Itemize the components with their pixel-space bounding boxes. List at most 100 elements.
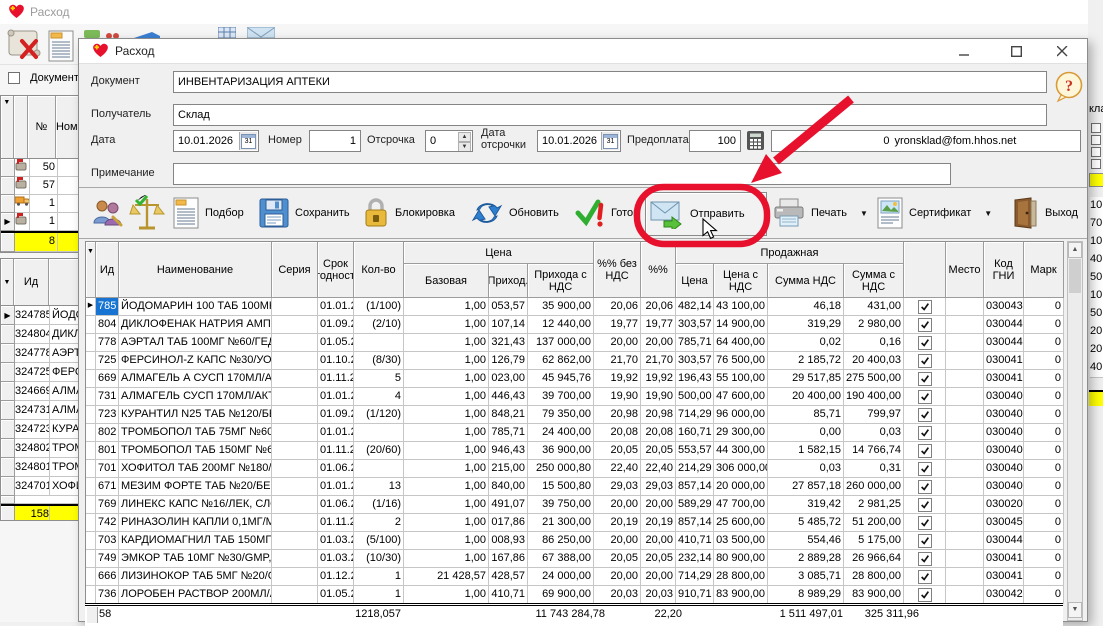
cell-baz[interactable]: 1,00 (404, 424, 489, 442)
cell-mark[interactable]: 0 (1024, 568, 1064, 586)
table-row[interactable]: 742РИНАЗОЛИН КАПЛИ 0,1МГ/М01.11.221,0001… (86, 514, 1064, 532)
cell-cena[interactable]: 303,57 (676, 352, 714, 370)
doc-number-cell[interactable]: 57 (30, 177, 58, 195)
column-header-mark[interactable]: Марк (1024, 242, 1064, 298)
row-checkbox-checked[interactable] (918, 570, 932, 584)
cell-cenands[interactable]: 14 900,00 (714, 316, 768, 334)
cell-seria[interactable] (272, 586, 318, 604)
cell-pct[interactable]: 20,00 (641, 334, 676, 352)
row-indicator[interactable] (86, 568, 96, 586)
row-checkbox-checked[interactable] (918, 498, 932, 512)
row-checkbox-checked[interactable] (918, 390, 932, 404)
cell-prih[interactable]: 946,43 (489, 442, 528, 460)
cell-srok[interactable]: 01.06.2 (318, 496, 354, 514)
item-id-cell[interactable]: 324731 (15, 401, 50, 420)
cell-seria[interactable] (272, 442, 318, 460)
cell-mesto[interactable] (946, 496, 984, 514)
cell-kod[interactable]: 030042 (984, 586, 1024, 604)
background-documents-grid[interactable]: ▼№Ном50571▶18 (0, 95, 80, 253)
cell-cena[interactable]: 232,14 (676, 550, 714, 568)
cell-kolvo[interactable]: 5 (354, 370, 404, 388)
table-row[interactable]: 736ЛОРОБЕН РАСТВОР 200МЛ/А01.05.211,0041… (86, 586, 1064, 604)
cell-id[interactable]: 801 (96, 442, 119, 460)
row-indicator[interactable] (86, 406, 96, 424)
cell-baz[interactable]: 1,00 (404, 460, 489, 478)
cell-prihnds[interactable]: 12 440,00 (528, 316, 594, 334)
item-id-cell[interactable]: 324669 (15, 382, 50, 401)
row-indicator[interactable] (86, 442, 96, 460)
item-name-cell[interactable]: ЙОДО (50, 306, 79, 325)
cell-srok[interactable]: 01.05.2 (318, 334, 354, 352)
cell-seria[interactable] (272, 424, 318, 442)
cell-pct[interactable]: 20,19 (641, 514, 676, 532)
item-row[interactable]: 324723КУРА (1, 420, 79, 439)
cell-id[interactable]: 666 (96, 568, 119, 586)
cell-mesto[interactable] (946, 298, 984, 316)
cell-mark[interactable]: 0 (1024, 298, 1064, 316)
item-id-cell[interactable]: 324701 (15, 477, 50, 496)
scales-icon[interactable] (129, 195, 165, 236)
cell-cenands[interactable]: 47 700,00 (714, 496, 768, 514)
item-id-cell[interactable]: 324804 (15, 325, 50, 344)
cell-prihnds[interactable]: 62 862,00 (528, 352, 594, 370)
doc-nom-cell[interactable] (58, 213, 79, 231)
table-row[interactable]: 749ЭМКОР ТАБ 10МГ №30/GMP,01.03.2(10/30)… (86, 550, 1064, 568)
row-indicator[interactable] (86, 478, 96, 496)
cell-name[interactable]: ТРОМБОПОЛ ТАБ 75МГ №60/ (119, 424, 272, 442)
row-checkbox-checked[interactable] (918, 318, 932, 332)
item-row[interactable]: 324804ДИКЛ (1, 325, 79, 344)
cell-chk[interactable] (904, 586, 946, 604)
cell-prih[interactable]: 428,57 (489, 568, 528, 586)
cell-baz[interactable]: 1,00 (404, 442, 489, 460)
cell-id[interactable]: 701 (96, 460, 119, 478)
cell-mark[interactable]: 0 (1024, 388, 1064, 406)
cell-seria[interactable] (272, 478, 318, 496)
item-name-cell[interactable]: АЛМА (50, 401, 79, 420)
cell-chk[interactable] (904, 442, 946, 460)
calendar-icon[interactable]: 31 (601, 132, 619, 150)
row-checkbox-checked[interactable] (918, 372, 932, 386)
cell-seria[interactable] (272, 496, 318, 514)
cell-chk[interactable] (904, 352, 946, 370)
cell-prih[interactable]: 008,93 (489, 532, 528, 550)
deferral-date-input[interactable]: 10.01.2026 31 (537, 130, 621, 152)
row-checkbox-checked[interactable] (918, 552, 932, 566)
cell-sumnds[interactable]: 1 582,15 (768, 442, 844, 460)
cell-srok[interactable]: 01.12.2 (318, 568, 354, 586)
cell-name[interactable]: ЭМКОР ТАБ 10МГ №30/GMP, (119, 550, 272, 568)
column-header-baz[interactable]: Базовая (404, 264, 489, 298)
cell-name[interactable]: РИНАЗОЛИН КАПЛИ 0,1МГ/М (119, 514, 272, 532)
cell-id[interactable]: 723 (96, 406, 119, 424)
cell-mark[interactable]: 0 (1024, 478, 1064, 496)
cell-id[interactable]: 703 (96, 532, 119, 550)
item-name-cell[interactable]: ДИКЛ (50, 325, 79, 344)
cell-srok[interactable]: 01.01.2 (318, 478, 354, 496)
cell-pbez[interactable]: 20,00 (594, 568, 641, 586)
podbor-button[interactable]: Подбор (169, 192, 248, 234)
cell-cena[interactable]: 482,14 (676, 298, 714, 316)
cell-kolvo[interactable]: 13 (354, 478, 404, 496)
cell-cenands[interactable]: 03 500,00 (714, 532, 768, 550)
row-indicator[interactable]: ▶ (86, 298, 96, 316)
cell-mesto[interactable] (946, 550, 984, 568)
item-row[interactable]: 324778АЭРТ (1, 344, 79, 363)
row-indicator[interactable] (86, 514, 96, 532)
cell-baz[interactable]: 1,00 (404, 298, 489, 316)
cell-mark[interactable]: 0 (1024, 586, 1064, 604)
cell-srok[interactable]: 01.01.2 (318, 424, 354, 442)
cell-kod[interactable]: 030043 (984, 298, 1024, 316)
cell-name[interactable]: ЛИНЕКС КАПС №16/ЛЕК, СЛО (119, 496, 272, 514)
cell-prih[interactable]: 491,07 (489, 496, 528, 514)
column-header-pct[interactable]: %% (641, 242, 676, 298)
cell-sumsnds[interactable]: 275 500,00 (844, 370, 904, 388)
column-header-sumnds[interactable]: Сумма НДС (768, 264, 844, 298)
row-indicator[interactable] (86, 532, 96, 550)
cell-mark[interactable]: 0 (1024, 496, 1064, 514)
cell-sumnds[interactable]: 2 185,72 (768, 352, 844, 370)
item-row[interactable]: ▶324785ЙОДО (1, 306, 79, 325)
cell-pct[interactable]: 20,00 (641, 532, 676, 550)
cell-sumsnds[interactable]: 14 766,74 (844, 442, 904, 460)
cell-name[interactable]: ДИКЛОФЕНАК НАТРИЯ АМП (119, 316, 272, 334)
deferral-stepper[interactable]: 0 ▲▼ (425, 130, 473, 152)
cell-kolvo[interactable]: (2/10) (354, 316, 404, 334)
